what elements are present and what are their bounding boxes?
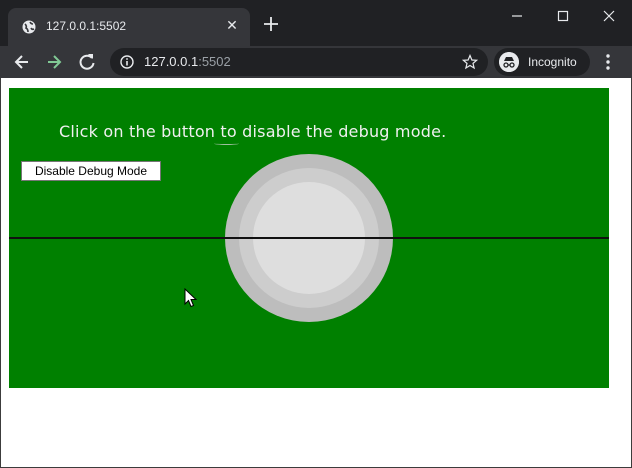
forward-arrow-icon[interactable] <box>44 52 64 72</box>
game-canvas[interactable]: Click on the button to disable the debug… <box>9 88 609 388</box>
disable-debug-mode-button[interactable]: Disable Debug Mode <box>21 161 161 181</box>
browser-tab[interactable]: 127.0.0.1:5502 ✕ <box>8 8 250 46</box>
window-close-icon <box>603 10 615 22</box>
browser-tab-strip: 127.0.0.1:5502 ✕ <box>0 0 632 46</box>
tab-title: 127.0.0.1:5502 <box>46 19 127 33</box>
url-text[interactable]: 127.0.0.1:5502 <box>144 54 231 69</box>
underline-mark <box>214 142 239 145</box>
reload-icon[interactable] <box>77 52 97 72</box>
minimize-icon <box>512 15 522 17</box>
plus-icon[interactable] <box>262 15 280 33</box>
info-icon[interactable] <box>120 55 134 69</box>
minimize-button[interactable] <box>494 6 540 26</box>
maximize-icon <box>557 10 569 22</box>
url-host: 127.0.0.1 <box>144 54 199 69</box>
window-close-button[interactable] <box>586 6 632 26</box>
incognito-label: Incognito <box>528 55 577 69</box>
globe-icon <box>22 20 36 34</box>
address-bar[interactable]: 127.0.0.1:5502 <box>110 48 488 76</box>
instruction-text: Click on the button to disable the debug… <box>59 122 447 141</box>
star-icon[interactable] <box>462 54 478 70</box>
mouse-cursor-icon <box>184 288 198 308</box>
incognito-indicator[interactable]: Incognito <box>494 48 590 76</box>
back-arrow-icon[interactable] <box>12 52 32 72</box>
maximize-button[interactable] <box>540 6 586 26</box>
close-icon[interactable]: ✕ <box>224 18 240 34</box>
url-port: :5502 <box>198 54 231 69</box>
horizontal-line-over-circle <box>225 237 393 239</box>
kebab-menu-icon[interactable] <box>600 53 616 71</box>
incognito-icon <box>499 52 519 72</box>
browser-toolbar: 127.0.0.1:5502 Incognito <box>0 46 632 78</box>
